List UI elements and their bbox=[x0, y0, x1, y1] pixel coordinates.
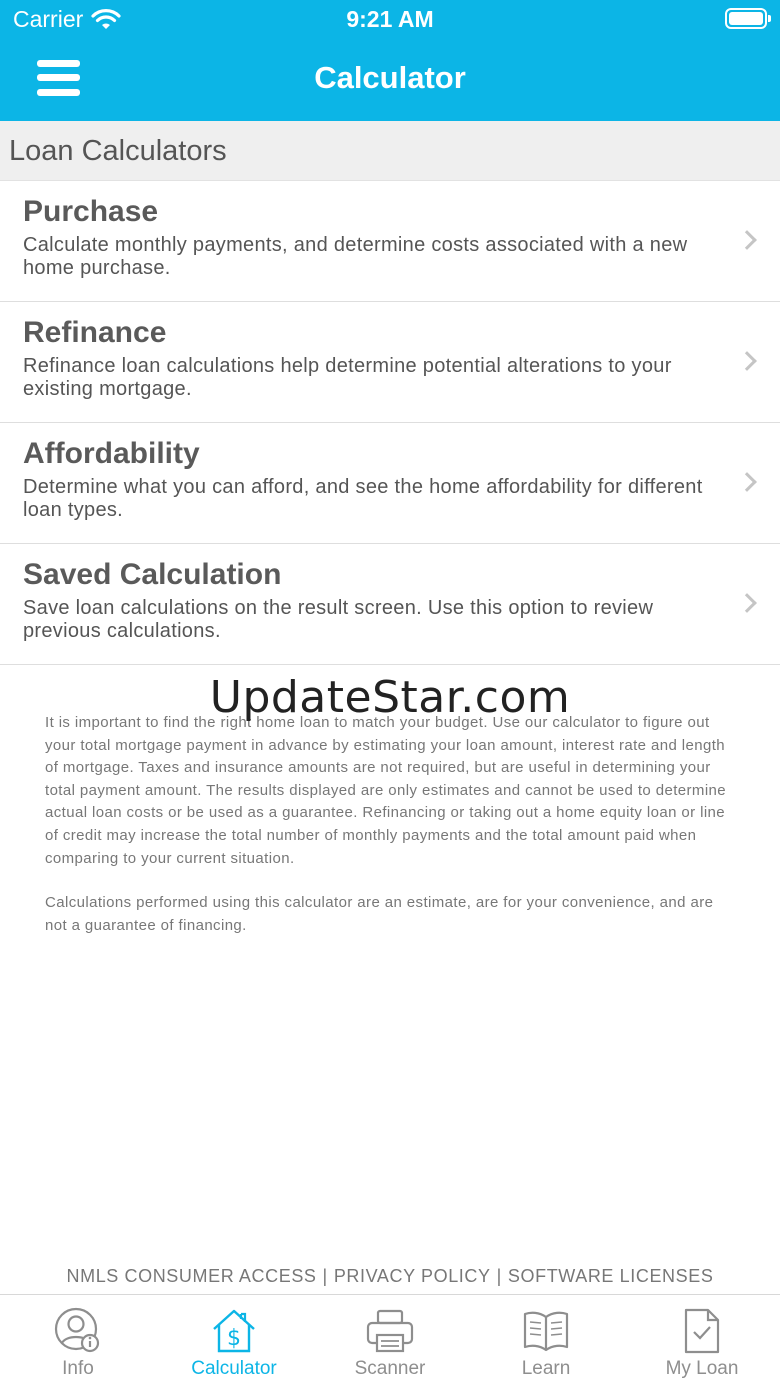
tab-learn[interactable]: Learn bbox=[468, 1295, 624, 1387]
footer-links: NMLS CONSUMER ACCESS | PRIVACY POLICY | SOFT… bbox=[0, 1266, 780, 1287]
list-item-saved-calculation[interactable]: Saved Calculation Save loan calculations… bbox=[0, 544, 780, 665]
tab-info[interactable]: Info bbox=[0, 1295, 156, 1387]
person-info-icon bbox=[54, 1307, 100, 1353]
disclaimer-paragraph: It is important to find the right home l… bbox=[45, 714, 727, 867]
tab-my-loan[interactable]: My Loan bbox=[624, 1295, 780, 1387]
list-item-affordability[interactable]: Affordability Determine what you can aff… bbox=[0, 423, 780, 544]
tab-label: Scanner bbox=[354, 1358, 426, 1379]
privacy-policy-link[interactable]: PRIVACY POLICY bbox=[334, 1266, 491, 1286]
section-header: Loan Calculators bbox=[0, 121, 780, 181]
tab-scanner[interactable]: Scanner bbox=[312, 1295, 468, 1387]
document-check-icon bbox=[684, 1308, 720, 1354]
tab-label: My Loan bbox=[665, 1358, 739, 1379]
status-time: 9:21 AM bbox=[346, 6, 434, 32]
list-item-purchase[interactable]: Purchase Calculate monthly payments, and… bbox=[0, 181, 780, 302]
disclaimer-paragraph: Calculations performed using this calcul… bbox=[45, 894, 714, 934]
list-item-title: Saved Calculation bbox=[23, 558, 282, 591]
link-separator: | bbox=[496, 1266, 502, 1286]
watermark: UpdateStar.com bbox=[209, 672, 571, 723]
nmls-consumer-access-link[interactable]: NMLS CONSUMER ACCESS bbox=[67, 1266, 317, 1286]
software-licenses-link[interactable]: SOFTWARE LICENSES bbox=[508, 1266, 714, 1286]
list-item-description: Determine what you can afford, and see t… bbox=[23, 476, 703, 521]
section-title: Loan Calculators bbox=[9, 135, 227, 167]
list-item-description: Calculate monthly payments, and determin… bbox=[23, 234, 688, 279]
svg-text:$: $ bbox=[227, 1326, 241, 1351]
battery-icon bbox=[725, 8, 771, 29]
list-item-refinance[interactable]: Refinance Refinance loan calculations he… bbox=[0, 302, 780, 423]
list-item-description: Refinance loan calculations help determi… bbox=[23, 355, 672, 400]
tab-bar: Info $ Calculator Scanner Learn My Loan bbox=[0, 1294, 780, 1387]
list-item-title: Affordability bbox=[23, 437, 200, 470]
tab-label: Info bbox=[62, 1358, 94, 1379]
chevron-right-icon bbox=[737, 230, 757, 250]
chevron-right-icon bbox=[737, 351, 757, 371]
house-dollar-icon: $ bbox=[213, 1309, 255, 1353]
disclaimer: It is important to find the right home l… bbox=[45, 712, 735, 937]
chevron-right-icon bbox=[737, 472, 757, 492]
list-item-title: Purchase bbox=[23, 195, 159, 228]
top-bar: Carrier 9:21 AM Calculator bbox=[0, 0, 780, 121]
link-separator: | bbox=[322, 1266, 328, 1286]
list-item-title: Refinance bbox=[23, 316, 167, 349]
chevron-right-icon bbox=[737, 593, 757, 613]
tab-calculator[interactable]: $ Calculator bbox=[156, 1295, 312, 1387]
list-item-description: Save loan calculations on the result scr… bbox=[23, 597, 654, 642]
printer-icon bbox=[366, 1309, 414, 1353]
calculator-list: Purchase Calculate monthly payments, and… bbox=[0, 181, 780, 665]
tab-label: Learn bbox=[521, 1358, 571, 1379]
open-book-icon bbox=[523, 1311, 569, 1352]
page-title: Calculator bbox=[314, 60, 466, 95]
status-bar: Carrier 9:21 AM bbox=[0, 0, 780, 40]
tab-label: Calculator bbox=[191, 1358, 277, 1379]
